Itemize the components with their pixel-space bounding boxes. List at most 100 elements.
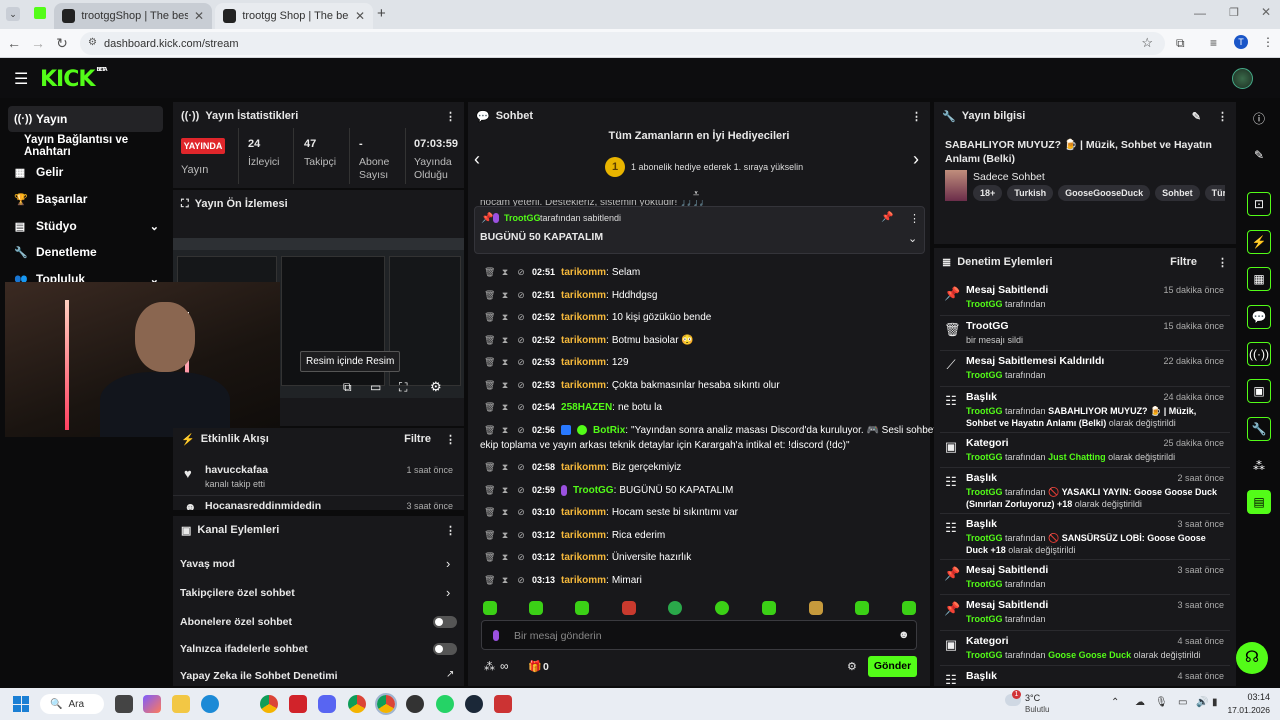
sidebar-item-basarilar[interactable]: 🏆 Başarılar [8, 186, 163, 212]
info-icon[interactable]: ⓘ [1247, 106, 1271, 130]
message-username[interactable]: tarikomm [561, 335, 606, 346]
close-tab-icon[interactable]: ✕ [355, 9, 365, 23]
user-avatar[interactable] [1232, 68, 1253, 89]
file-explorer-icon[interactable] [172, 695, 190, 713]
chrome-active-icon[interactable] [375, 693, 397, 715]
theater-icon[interactable]: ▭ [370, 380, 381, 394]
pip-icon[interactable]: ⧉ [343, 380, 352, 395]
more-options-icon[interactable]: ⋮ [445, 524, 456, 537]
app-l-icon[interactable] [289, 695, 307, 713]
broadcast-icon[interactable]: ((·)) [1247, 342, 1271, 366]
emote-icon[interactable] [529, 601, 543, 615]
lightning-icon[interactable]: ⚡ [1247, 230, 1271, 254]
sidebar-item-studyo[interactable]: ▤ Stüdyo ⌄ [8, 213, 163, 239]
task-view-icon[interactable] [115, 695, 133, 713]
message-username[interactable]: tarikomm [561, 380, 606, 391]
chat-message[interactable]: 🗑 ⧗ ⊘ 03:13 tarikomm: Mimari [484, 571, 642, 589]
tag[interactable]: Türkçe [1204, 185, 1225, 201]
url-field[interactable]: ⚙ dashboard.kick.com/stream ☆ [80, 32, 1165, 55]
tag[interactable]: Sohbet [1155, 185, 1200, 201]
emote-icon[interactable] [575, 601, 589, 615]
sidebar-item-yayin[interactable]: ((·)) Yayın [8, 106, 163, 132]
edit-pencil-icon[interactable]: ✎ [1192, 110, 1201, 123]
close-tab-icon[interactable]: ✕ [194, 9, 204, 23]
emoji-picker-icon[interactable]: ☻ [898, 629, 910, 641]
pin-icon[interactable]: 📌 [881, 212, 893, 223]
activity-filter-button[interactable]: Filtre [404, 433, 431, 445]
chat-settings-icon[interactable]: ⚙ [847, 660, 857, 673]
steam-icon[interactable] [465, 695, 483, 713]
emote-icon[interactable] [668, 601, 682, 615]
volume-icon[interactable]: 🔊 [1196, 697, 1208, 708]
taskbar-search[interactable]: 🔍 Ara [40, 694, 104, 714]
more-options-icon[interactable]: ⋮ [911, 110, 922, 123]
whatsapp-icon[interactable] [436, 695, 454, 713]
mod-action-item[interactable]: ☷ Başlık 3 saat önce TrootGG tarafından 🚫 S… [940, 518, 1230, 555]
clock-time[interactable]: 03:14 [1226, 692, 1270, 702]
subscribers-only-toggle[interactable] [433, 616, 457, 628]
minimize-window-icon[interactable]: — [1194, 6, 1206, 20]
tab-list-chevron-icon[interactable]: ⌄ [6, 7, 20, 21]
cloud-tray-icon[interactable]: ☁ [1135, 697, 1145, 708]
emote-icon[interactable] [762, 601, 776, 615]
chat-message[interactable]: 🗑 ⧗ ⊘ 03:10 tarikomm: Hocam seste bi sıkıntım… [484, 503, 738, 521]
reload-icon[interactable]: ↻ [53, 35, 71, 52]
mod-action-item[interactable]: ☷ Başlık 24 dakika önce TrootGG tarafından … [940, 391, 1230, 428]
chat-message[interactable]: 🗑 ⧗ ⊘ 02:52 tarikomm:10 kişi gözüküo bende [484, 308, 711, 326]
points-icon[interactable]: ⁂ [484, 660, 495, 673]
message-username[interactable]: TrootGG [573, 485, 614, 496]
message-username[interactable]: tarikomm [561, 357, 606, 368]
chat-message[interactable]: 🗑 ⧗ ⊘ 02:59 TrootGG: BUGÜNÜ 50 KAPATALIM [484, 481, 733, 499]
chat-message[interactable]: 🗑 ⧗ ⊘ 02:52 tarikomm: Botmu basiolar 😳 [484, 331, 694, 349]
chat-message[interactable]: 🗑 ⧗ ⊘ 02:53 tarikomm:129 [484, 353, 629, 371]
chat-message[interactable]: 🗑 ⧗ ⊘ 03:12 tarikomm: Rica ederim [484, 526, 665, 544]
chat-message[interactable]: 🗑 ⧗ ⊘ 03:12 tarikomm: Üniversite hazırlık [484, 548, 691, 566]
more-options-icon[interactable]: ⋮ [909, 212, 920, 225]
hamburger-menu-icon[interactable]: ☰ [14, 69, 28, 89]
message-username[interactable]: BotRix [593, 425, 625, 436]
battery-icon[interactable]: ▮ [1212, 697, 1218, 708]
obs-icon[interactable] [406, 695, 424, 713]
network-icon[interactable]: ▭ [1178, 697, 1187, 708]
sidebar-item-denetleme[interactable]: 🔧 Denetleme [8, 239, 163, 265]
emote-only-toggle[interactable] [433, 643, 457, 655]
edge-icon[interactable] [201, 695, 219, 713]
more-options-icon[interactable]: ⋮ [445, 433, 456, 446]
pinned-message-card[interactable]: 📌 TrootGG tarafından sabitlendi BUGÜNÜ 5… [474, 206, 925, 254]
chat-message[interactable]: 🗑 ⧗ ⊘ 02:54 258HAZEN: ne botu la [484, 398, 662, 416]
chat-message[interactable]: 🗑 ⧗ ⊘ 02:53 tarikomm: Çokta bakmasınlar hesab… [484, 376, 780, 394]
message-username[interactable]: tarikomm [561, 312, 606, 323]
maximize-window-icon[interactable]: ❐ [1229, 6, 1239, 19]
sidebar-item-stream-key[interactable]: Yayın Bağlantısı ve Anahtarı [8, 133, 163, 159]
chat-message[interactable]: 🗑 ⧗ ⊘ 02:51 tarikomm: Hddhdgsg [484, 286, 657, 304]
more-options-icon[interactable]: ⋮ [445, 110, 456, 123]
wrench-icon[interactable]: 🔧 [1247, 417, 1271, 441]
message-username[interactable]: tarikomm [561, 552, 606, 563]
clock-date[interactable]: 17.01.2026 [1220, 705, 1270, 715]
forward-arrow-icon[interactable]: → [29, 35, 47, 51]
message-username[interactable]: 258HAZEN [561, 402, 612, 413]
more-options-icon[interactable]: ⋮ [1217, 256, 1228, 269]
chevron-right-icon[interactable]: › [913, 149, 919, 170]
discord-icon[interactable] [318, 695, 336, 713]
new-tab-button[interactable]: + [377, 5, 386, 22]
emote-icon[interactable] [622, 601, 636, 615]
emote-icon[interactable] [809, 601, 823, 615]
activity-user[interactable]: Hocanasreddinmidedin [205, 500, 321, 510]
copilot-icon[interactable] [143, 695, 161, 713]
profile-avatar[interactable]: T [1234, 35, 1248, 49]
external-link-icon[interactable]: ↗ [446, 669, 454, 680]
kick-logo[interactable]: KICK BETA [40, 67, 108, 92]
extensions-icon[interactable]: ⧉ [1176, 36, 1185, 51]
mod-filter-button[interactable]: Filtre [1170, 256, 1197, 268]
chat-input-box[interactable]: Bir mesaj gönderin ☻ [481, 620, 917, 650]
message-username[interactable]: tarikomm [561, 290, 606, 301]
tag[interactable]: 18+ [973, 185, 1003, 201]
pinned-by-user[interactable]: TrootGG [504, 213, 541, 223]
chat-bubble-icon[interactable]: 💬 [1247, 305, 1271, 329]
help-chat-icon[interactable]: ☊ [1236, 642, 1268, 674]
channel-icon[interactable]: ▣ [1247, 379, 1271, 403]
edit-pencil-icon[interactable]: ✎ [1247, 143, 1271, 167]
chrome-icon[interactable] [260, 695, 278, 713]
emote-icon[interactable] [715, 601, 729, 615]
